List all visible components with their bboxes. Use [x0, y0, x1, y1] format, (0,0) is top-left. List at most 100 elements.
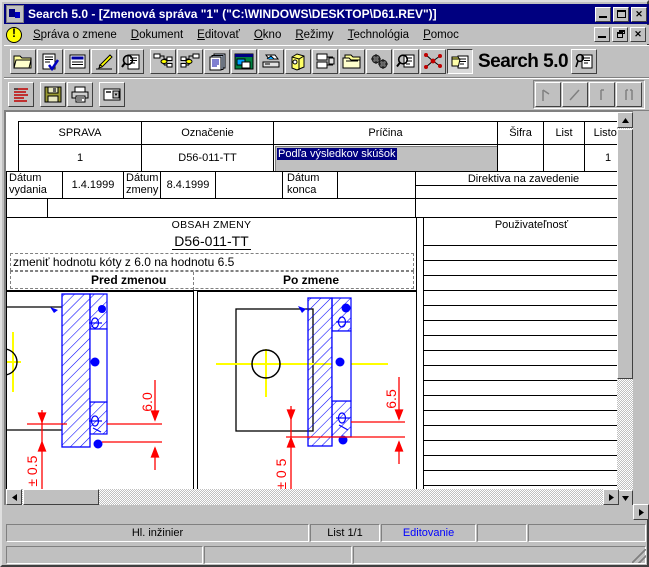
- vertical-scroll-thumb[interactable]: [617, 129, 633, 379]
- maximize-button[interactable]: [613, 6, 629, 22]
- window-image-icon[interactable]: [231, 49, 257, 74]
- menu-item-editovat[interactable]: Editovať: [190, 27, 247, 43]
- pencil-edit-icon[interactable]: [91, 49, 117, 74]
- scroll-right-button[interactable]: [603, 489, 619, 505]
- usability-row[interactable]: [424, 261, 633, 276]
- td-sifra-value[interactable]: [497, 144, 544, 172]
- direktiva-row-2[interactable]: [415, 198, 632, 218]
- copy-documents-icon[interactable]: [204, 49, 230, 74]
- mdi-client-area: SPRAVA Označenie Príčina Šifra List List…: [4, 111, 649, 520]
- network-nodes-icon[interactable]: [420, 49, 446, 74]
- usability-row[interactable]: [424, 471, 633, 486]
- usability-row[interactable]: [424, 321, 633, 336]
- usability-row[interactable]: [424, 276, 633, 291]
- label-datum-zmeny: Dátum zmeny: [123, 171, 161, 199]
- open-folder-icon[interactable]: [10, 49, 36, 74]
- description-dashed-box[interactable]: zmeniť hodnotu kóty z 6.0 na hodnotu 6.5: [10, 253, 414, 271]
- menu-bar: SSpráva o zmenepráva o zmene Dokument Ed…: [4, 25, 649, 44]
- resize-grip-icon[interactable]: [632, 549, 646, 563]
- usability-row[interactable]: [424, 426, 633, 441]
- usability-row[interactable]: [424, 366, 633, 381]
- menu-item-dokument[interactable]: Dokument: [124, 27, 190, 43]
- datum-zmeny-line1: Dátum: [126, 172, 159, 184]
- usability-row[interactable]: [424, 456, 633, 471]
- usability-row[interactable]: [424, 336, 633, 351]
- label-datum-konca: Dátum konca: [282, 171, 338, 199]
- value-datum-zmeny[interactable]: 8.4.1999: [160, 171, 216, 199]
- cad-drawing-after: 6.5 2 ± 0 5: [216, 297, 405, 501]
- vertical-scrollbar[interactable]: [617, 112, 633, 505]
- td-oznacenie-value[interactable]: D56-011-TT: [141, 144, 274, 172]
- menu-item-okno[interactable]: Okno: [247, 27, 289, 43]
- app-icon[interactable]: [6, 5, 24, 23]
- zoom-list-icon[interactable]: [393, 49, 419, 74]
- line-tool-1-icon[interactable]: [535, 82, 561, 107]
- horizontal-scrollbar[interactable]: [6, 489, 619, 505]
- line-tool-3-icon[interactable]: [589, 82, 615, 107]
- part-number-text: D56-011-TT: [172, 233, 251, 250]
- form-properties-icon[interactable]: [64, 49, 90, 74]
- pricina-edit-field[interactable]: Podľa výsledkov skúšok: [275, 146, 498, 172]
- value-datum-konca[interactable]: [337, 171, 416, 199]
- menu-item-technologia[interactable]: Technológia: [341, 27, 416, 43]
- folders-stack-icon[interactable]: [339, 49, 365, 74]
- usability-row[interactable]: [424, 396, 633, 411]
- tree-structure-right-icon[interactable]: [150, 49, 176, 74]
- scroll-left-button[interactable]: [6, 489, 22, 505]
- tree-structure-left-icon[interactable]: [177, 49, 203, 74]
- save-floppy-icon[interactable]: [40, 82, 66, 107]
- close-button[interactable]: ✕: [631, 6, 647, 22]
- menu-item-sprava-o-zmene[interactable]: SSpráva o zmenepráva o zmene: [26, 27, 124, 43]
- minimize-button[interactable]: [595, 6, 611, 22]
- zoom-document-icon[interactable]: [118, 49, 144, 74]
- empty-cell-mid[interactable]: [47, 198, 416, 218]
- cascade-windows-icon[interactable]: [312, 49, 338, 74]
- box-package-icon[interactable]: [285, 49, 311, 74]
- gears-icon[interactable]: [366, 49, 392, 74]
- value-datum-vydania[interactable]: 1.4.1999: [62, 171, 124, 199]
- part-number: D56-011-TT: [7, 233, 416, 250]
- usability-row[interactable]: [424, 441, 633, 456]
- direktiva-row-1[interactable]: [415, 185, 632, 199]
- search-document-icon[interactable]: [571, 49, 598, 74]
- print-icon[interactable]: [67, 82, 93, 107]
- usability-row[interactable]: [424, 381, 633, 396]
- th-sifra: Šifra: [497, 121, 544, 145]
- window-title: Search 5.0 - [Zmenová správa "1" ("C:\WI…: [28, 7, 437, 21]
- cad-view-before[interactable]: 6.0 2 ± 0.5: [6, 291, 194, 503]
- list-lines-icon[interactable]: [8, 82, 34, 107]
- empty-cell-left[interactable]: [6, 198, 48, 218]
- usability-row[interactable]: [424, 291, 633, 306]
- mdi-minimize-button[interactable]: [594, 27, 610, 42]
- mdi-close-button[interactable]: ✕: [630, 27, 646, 42]
- usability-row[interactable]: [424, 306, 633, 321]
- line-tool-2-icon[interactable]: [562, 82, 588, 107]
- td-list-value[interactable]: [543, 144, 585, 172]
- mdi-restore-button[interactable]: [612, 27, 628, 42]
- application-window: Search 5.0 - [Zmenová správa "1" ("C:\WI…: [0, 0, 649, 567]
- cad-view-after[interactable]: 6.5 2 ± 0 5: [197, 291, 417, 503]
- menu-item-rezimy[interactable]: Režimy: [288, 27, 340, 43]
- document-check-icon[interactable]: [37, 49, 63, 74]
- app-scroll-right-button[interactable]: [633, 504, 649, 520]
- td-sprava-value[interactable]: 1: [18, 144, 142, 172]
- th-list: List: [543, 121, 585, 145]
- warning-icon[interactable]: [6, 26, 22, 43]
- usability-row[interactable]: [424, 246, 633, 261]
- menu-item-pomoc[interactable]: Pomoc: [416, 27, 466, 43]
- line-tool-4-icon[interactable]: [616, 82, 642, 107]
- scroll-up-button[interactable]: [617, 112, 633, 128]
- labels-divider: [193, 272, 194, 290]
- th-pricina: Príčina: [273, 121, 498, 145]
- revision-document-icon[interactable]: [447, 49, 473, 74]
- usability-row[interactable]: [424, 351, 633, 366]
- scroll-down-button[interactable]: [617, 490, 633, 505]
- brand-label: Search 5.0: [478, 50, 569, 72]
- horizontal-scroll-thumb[interactable]: [23, 489, 99, 505]
- usability-row[interactable]: [424, 231, 633, 246]
- status-bottom-panel-1: [6, 545, 203, 564]
- horizontal-scroll-track[interactable]: [22, 489, 603, 505]
- printer-setup-icon[interactable]: [258, 49, 284, 74]
- dropdown-box-icon[interactable]: [99, 82, 125, 107]
- usability-row[interactable]: [424, 411, 633, 426]
